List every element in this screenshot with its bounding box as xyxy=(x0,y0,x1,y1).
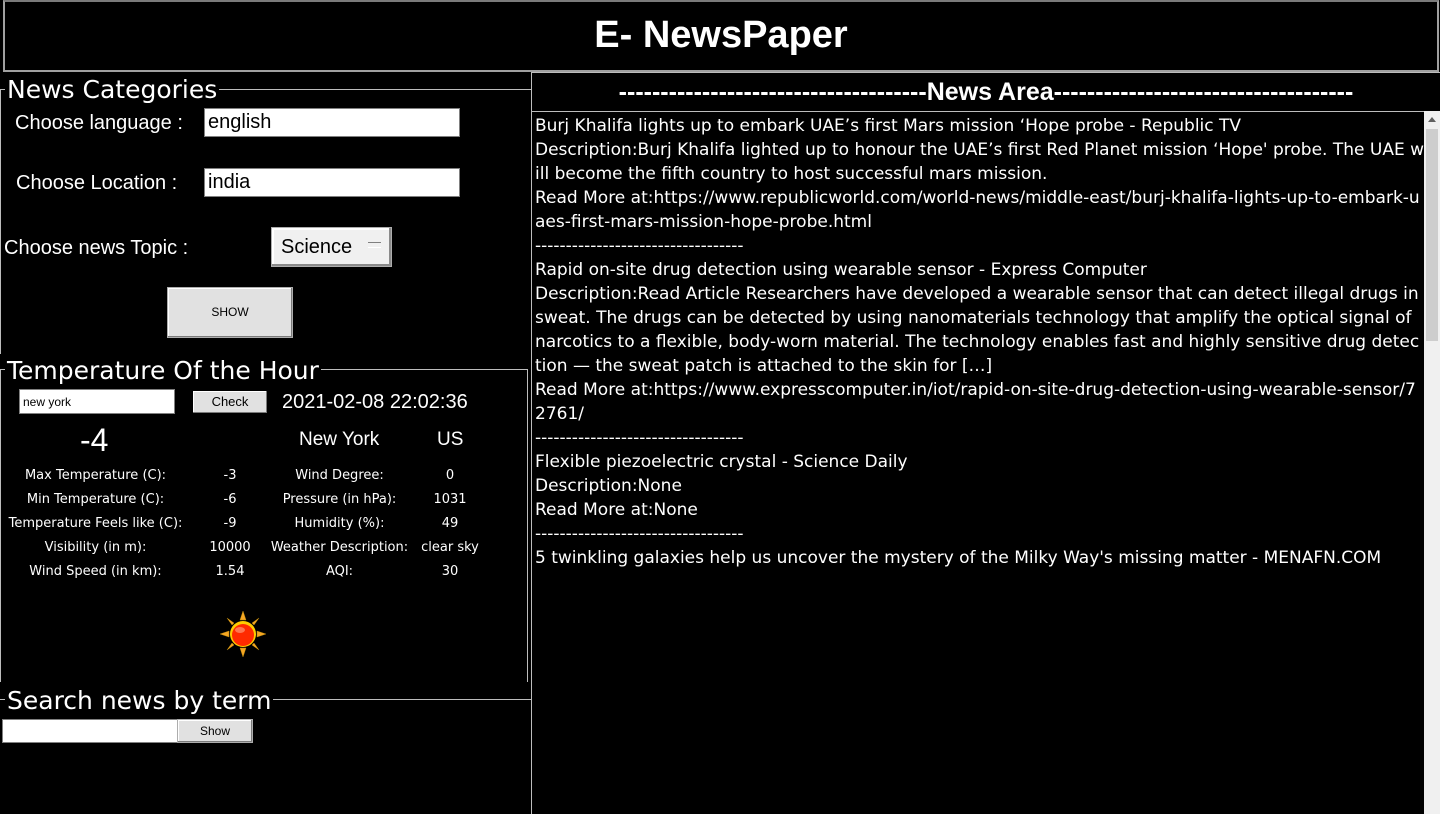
city-input[interactable] xyxy=(19,389,175,414)
news-line: Burj Khalifa lights up to embark UAE’s f… xyxy=(535,116,1242,136)
frame-border-left xyxy=(0,89,1,354)
dropdown-indicator-icon xyxy=(368,242,381,248)
language-label: Choose language : xyxy=(15,112,183,134)
max-temp-value: -3 xyxy=(223,468,237,483)
news-line: Read More at:https://www.expresscomputer… xyxy=(535,380,1416,424)
news-line: Description:Burj Khalifa lighted up to h… xyxy=(535,140,1425,184)
sun-icon xyxy=(219,610,267,658)
news-categories-legend: News Categories xyxy=(5,75,220,104)
location-input[interactable] xyxy=(204,168,460,197)
news-line: ---------------------------------- xyxy=(535,524,744,544)
feels-like-label: Temperature Feels like (C): xyxy=(8,516,183,531)
scroll-thumb[interactable] xyxy=(1426,129,1438,341)
news-line: 5 twinkling galaxies help us uncover the… xyxy=(535,548,1382,568)
news-line: Flexible piezoelectric crystal - Science… xyxy=(535,452,908,472)
wind-degree-label: Wind Degree: xyxy=(295,468,384,483)
show-news-button[interactable]: SHOW xyxy=(167,287,293,338)
wind-speed-value: 1.54 xyxy=(215,564,245,579)
visibility-value: 10000 xyxy=(209,540,251,555)
feels-like-value: -9 xyxy=(223,516,237,531)
app-title: E- NewsPaper xyxy=(594,14,848,56)
search-show-button[interactable]: Show xyxy=(177,719,253,743)
language-input[interactable] xyxy=(204,108,460,137)
wind-speed-label: Wind Speed (in km): xyxy=(29,564,162,579)
humidity-value: 49 xyxy=(441,516,459,531)
search-legend: Search news by term xyxy=(5,686,274,715)
country-code: US xyxy=(437,429,464,450)
visibility-label: Visibility (in m): xyxy=(44,540,147,555)
aqi-value: 30 xyxy=(441,564,459,579)
current-temperature: -4 xyxy=(80,422,109,458)
aqi-label: AQI: xyxy=(325,564,354,579)
news-line: Read More at:None xyxy=(535,500,698,520)
search-term-input[interactable] xyxy=(2,719,178,743)
news-scrollbar[interactable] xyxy=(1424,111,1440,814)
topic-dropdown[interactable]: Science xyxy=(271,227,392,267)
wind-degree-value: 0 xyxy=(445,468,455,483)
news-header-divider xyxy=(532,111,1440,112)
weather-description-value: clear sky xyxy=(421,540,479,555)
app-header: E- NewsPaper xyxy=(3,0,1439,72)
humidity-label: Humidity (%): xyxy=(294,516,385,531)
news-line: Rapid on-site drug detection using weara… xyxy=(535,260,1147,280)
location-label: Choose Location : xyxy=(16,172,178,194)
frame-border-right xyxy=(527,369,528,682)
pressure-label: Pressure (in hPa): xyxy=(282,492,397,507)
news-line: ---------------------------------- xyxy=(535,236,744,256)
city-name: New York xyxy=(299,429,380,450)
weather-description-label: Weather Description: xyxy=(270,540,409,555)
topic-label: Choose news Topic : xyxy=(4,237,189,259)
pressure-value: 1031 xyxy=(433,492,467,507)
news-line: Description:Read Article Researchers hav… xyxy=(535,284,1425,376)
news-text-area[interactable]: Burj Khalifa lights up to embark UAE’s f… xyxy=(535,114,1425,814)
datetime-text: 2021-02-08 22:02:36 xyxy=(282,391,468,413)
scroll-up-icon[interactable] xyxy=(1424,111,1440,128)
temperature-legend: Temperature Of the Hour xyxy=(5,356,321,385)
min-temp-value: -6 xyxy=(223,492,237,507)
news-line: ---------------------------------- xyxy=(535,428,744,448)
news-line: Description:None xyxy=(535,476,682,496)
topic-selected: Science xyxy=(281,236,353,258)
check-weather-button[interactable]: Check xyxy=(192,390,268,414)
news-area-header: -------------------------------------New… xyxy=(618,78,1354,106)
news-line: Read More at:https://www.republicworld.c… xyxy=(535,188,1420,232)
max-temp-label: Max Temperature (C): xyxy=(24,468,167,483)
min-temp-label: Min Temperature (C): xyxy=(26,492,165,507)
